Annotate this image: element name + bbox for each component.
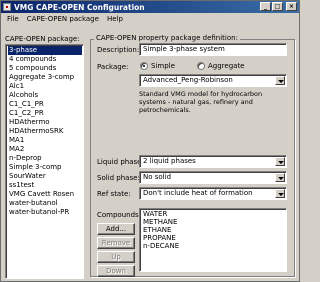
- description-value: Simple 3-phase system: [143, 45, 225, 53]
- close-icon[interactable]: ×: [286, 2, 297, 11]
- window-title: VMG CAPE-OPEN Configuration: [14, 2, 145, 12]
- remove-compound-button[interactable]: Remove: [97, 237, 135, 249]
- package-item[interactable]: HDAthermoSRK: [8, 127, 83, 136]
- radio-simple[interactable]: Simple: [140, 62, 175, 70]
- package-select-value: Advanced_Peng-Robinson: [143, 76, 233, 84]
- package-item[interactable]: water-butanol-PR: [8, 208, 83, 217]
- app-icon: [3, 3, 11, 11]
- package-item[interactable]: Aggregate 3-comp: [8, 73, 83, 82]
- package-item[interactable]: Alc1: [8, 82, 83, 91]
- compound-item[interactable]: n-DECANE: [143, 242, 286, 250]
- solid-phase-label: Solid phase:: [97, 174, 140, 182]
- compound-item[interactable]: WATER: [143, 210, 286, 218]
- menu-cape-open-package[interactable]: CAPE-OPEN package: [23, 15, 103, 23]
- package-item[interactable]: C1_C2_PR: [8, 109, 83, 118]
- package-item[interactable]: 5 compounds: [8, 64, 83, 73]
- radio-aggregate[interactable]: Aggregate: [197, 62, 245, 70]
- liquid-phases-select[interactable]: 2 liquid phases: [139, 155, 287, 168]
- maximize-icon[interactable]: □: [272, 2, 283, 11]
- package-item[interactable]: MA1: [8, 136, 83, 145]
- radio-aggregate-icon[interactable]: [197, 62, 205, 70]
- ref-state-select[interactable]: Don't include heat of formation: [139, 187, 287, 200]
- package-list[interactable]: 3-phase 4 compounds 5 compounds Aggregat…: [5, 44, 84, 279]
- radio-simple-icon[interactable]: [140, 62, 148, 70]
- package-list-label: CAPE-OPEN package:: [5, 35, 80, 43]
- move-up-button[interactable]: Up: [97, 251, 135, 263]
- chevron-down-icon[interactable]: [275, 173, 285, 182]
- package-description: Standard VMG model for hydrocarbon syste…: [139, 90, 263, 114]
- ref-state-label: Ref state:: [97, 190, 131, 198]
- solid-phase-value: No solid: [143, 173, 172, 181]
- liquid-phases-value: 2 liquid phases: [143, 157, 196, 165]
- chevron-down-icon[interactable]: [275, 157, 285, 166]
- package-item[interactable]: 3-phase: [8, 46, 82, 55]
- compound-item[interactable]: METHANE: [143, 218, 286, 226]
- package-item[interactable]: SourWater: [8, 172, 83, 181]
- package-item[interactable]: Alcohols: [8, 91, 83, 100]
- compounds-list[interactable]: WATER METHANE ETHANE PROPANE n-DECANE: [139, 208, 287, 272]
- package-select[interactable]: Advanced_Peng-Robinson: [139, 74, 287, 87]
- package-label: Package:: [97, 63, 129, 71]
- description-input[interactable]: Simple 3-phase system: [139, 43, 287, 56]
- move-down-button[interactable]: Down: [97, 265, 135, 277]
- compound-item[interactable]: PROPANE: [143, 234, 286, 242]
- solid-phase-select[interactable]: No solid: [139, 171, 287, 184]
- menu-help[interactable]: Help: [103, 15, 127, 23]
- package-item[interactable]: ss1test: [8, 181, 83, 190]
- package-item[interactable]: 4 compounds: [8, 55, 83, 64]
- compound-item[interactable]: ETHANE: [143, 226, 286, 234]
- radio-simple-label: Simple: [151, 62, 175, 70]
- definition-group-title: CAPE-OPEN property package definition:: [94, 34, 240, 42]
- ref-state-value: Don't include heat of formation: [143, 189, 253, 197]
- minimize-icon[interactable]: _: [260, 2, 271, 11]
- window-controls: _ □ ×: [260, 2, 297, 11]
- radio-aggregate-label: Aggregate: [208, 62, 245, 70]
- package-item[interactable]: VMG Cavett Rosen: [8, 190, 83, 199]
- add-compound-button[interactable]: Add...: [97, 223, 135, 235]
- description-label: Description:: [97, 46, 140, 54]
- compounds-label: Compounds:: [97, 211, 142, 219]
- chevron-down-icon[interactable]: [275, 76, 285, 85]
- package-item[interactable]: water-butanol: [8, 199, 83, 208]
- package-item[interactable]: HDAthermo: [8, 118, 83, 127]
- package-item[interactable]: Simple 3-comp: [8, 163, 83, 172]
- chevron-down-icon[interactable]: [275, 189, 285, 198]
- title-bar[interactable]: VMG CAPE-OPEN Configuration _ □ ×: [1, 1, 299, 13]
- package-item[interactable]: n-Deprop: [8, 154, 83, 163]
- package-item[interactable]: C1_C1_PR: [8, 100, 83, 109]
- app-window: VMG CAPE-OPEN Configuration _ □ × File C…: [0, 0, 300, 282]
- menu-file[interactable]: File: [3, 15, 23, 23]
- package-item[interactable]: MA2: [8, 145, 83, 154]
- menu-bar: File CAPE-OPEN package Help: [1, 13, 299, 24]
